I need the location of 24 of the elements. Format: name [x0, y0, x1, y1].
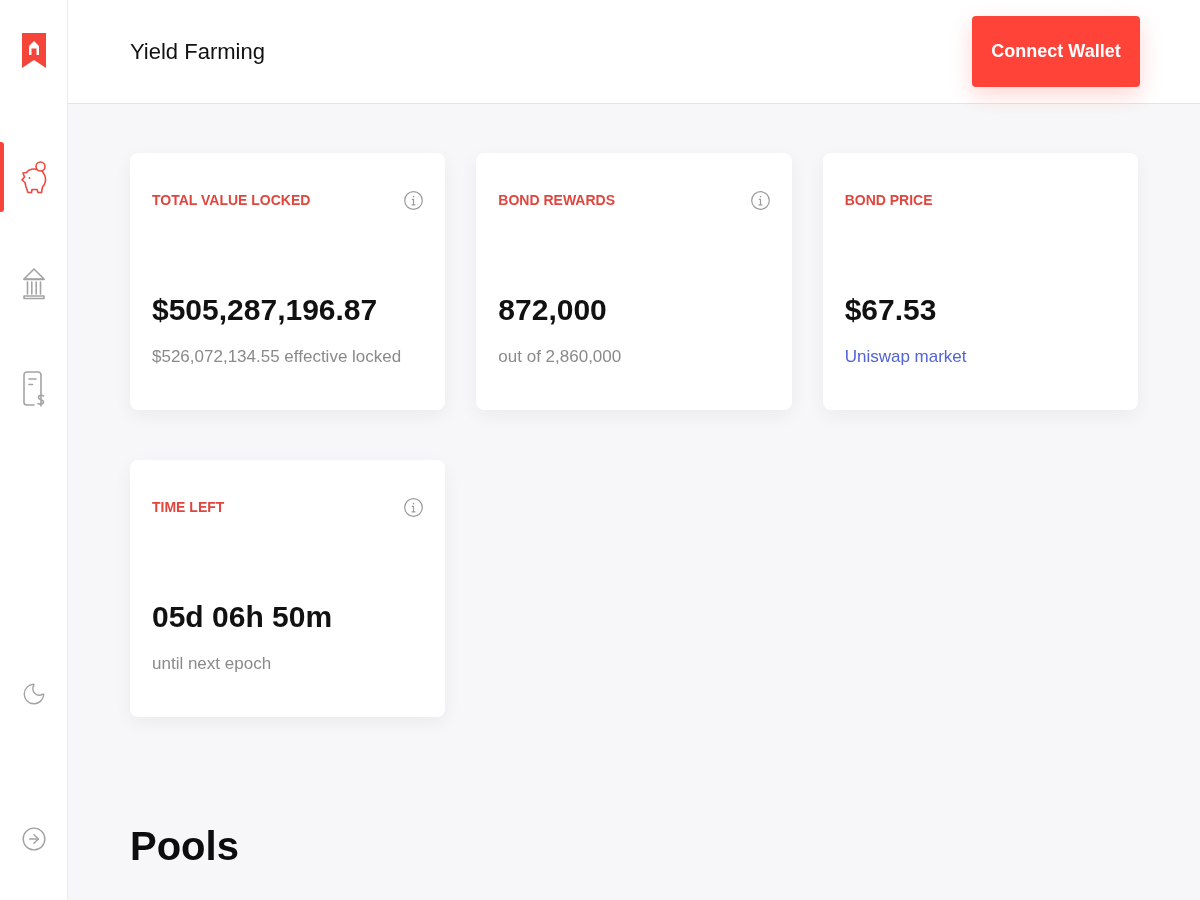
receipt-icon [22, 371, 45, 407]
arrow-right-circle-icon [20, 826, 47, 852]
bank-icon [21, 266, 46, 300]
card-label: BOND REWARDS [498, 191, 615, 210]
card-label: TOTAL VALUE LOCKED [152, 191, 311, 210]
info-icon[interactable] [404, 497, 424, 517]
section-heading: Pools [130, 823, 239, 870]
card-value: $505,287,196.87 [152, 292, 378, 328]
page-title: Yield Farming [130, 37, 265, 66]
card-note: until next epoch [152, 653, 272, 675]
logo-icon [21, 33, 46, 68]
info-icon[interactable] [404, 190, 424, 210]
card-note: out of 2,860,000 [498, 346, 622, 368]
connect-wallet-button[interactable]: Connect Wallet [972, 16, 1140, 87]
card-note: $526,072,134.55 effective locked [152, 346, 402, 368]
card-value: 872,000 [498, 292, 607, 328]
card-label: TIME LEFT [152, 498, 225, 517]
market-link[interactable]: Uniswap market [844, 345, 967, 369]
card-label: BOND PRICE [844, 191, 933, 210]
info-icon[interactable] [750, 190, 770, 210]
active-indicator [0, 142, 4, 212]
piggy-bank-icon [20, 160, 47, 194]
card-value: 05d 06h 50m [152, 599, 333, 635]
card-value: $67.53 [844, 292, 937, 328]
